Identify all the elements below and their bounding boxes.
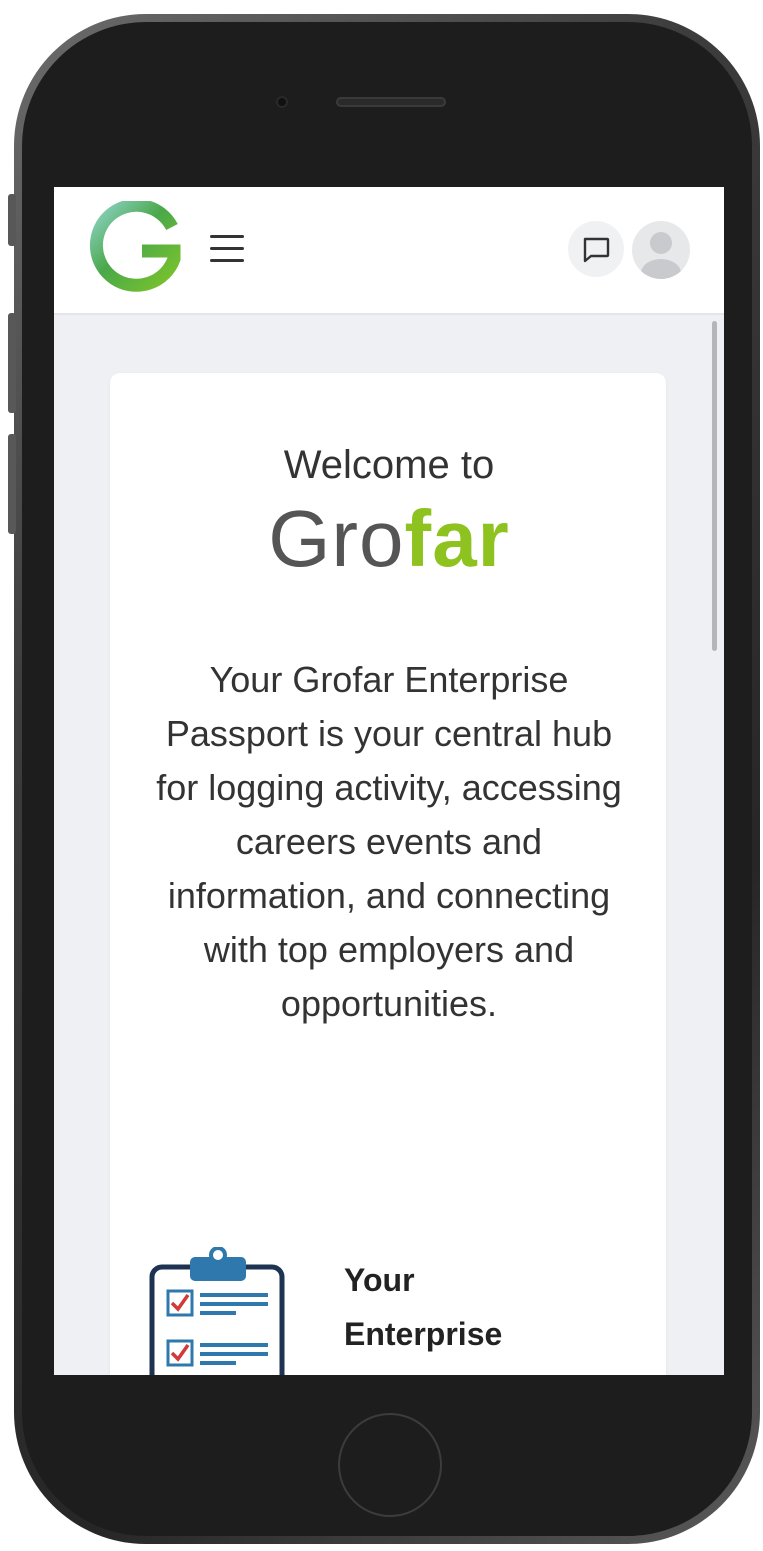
earpiece-speaker <box>336 97 446 107</box>
front-camera <box>276 96 288 108</box>
volume-down-button <box>8 434 16 534</box>
clipboard-checklist-icon <box>149 1247 285 1375</box>
user-avatar-icon <box>641 232 681 279</box>
feature-title: Your Enterprise Passport <box>344 1262 503 1375</box>
messages-button[interactable] <box>568 221 624 277</box>
volume-up-button <box>8 313 16 413</box>
home-button[interactable] <box>338 1413 442 1517</box>
top-navigation-bar <box>54 187 724 315</box>
brand-wordmark-gro: Gro <box>268 494 405 583</box>
chat-bubble-icon <box>583 237 610 263</box>
intro-paragraph: Your Grofar Enterprise Passport is your … <box>156 659 622 1024</box>
mute-switch <box>8 194 16 246</box>
app-screen: Welcome to Grofar Your Grofar Enterprise… <box>54 187 724 1375</box>
hamburger-menu-icon[interactable] <box>208 229 246 269</box>
brand-wordmark-far: far <box>404 494 510 583</box>
user-avatar-button[interactable] <box>632 221 690 279</box>
grofar-logo[interactable] <box>84 201 188 301</box>
welcome-heading: Welcome to <box>283 443 495 487</box>
brand-wordmark: Grofar <box>54 493 724 585</box>
